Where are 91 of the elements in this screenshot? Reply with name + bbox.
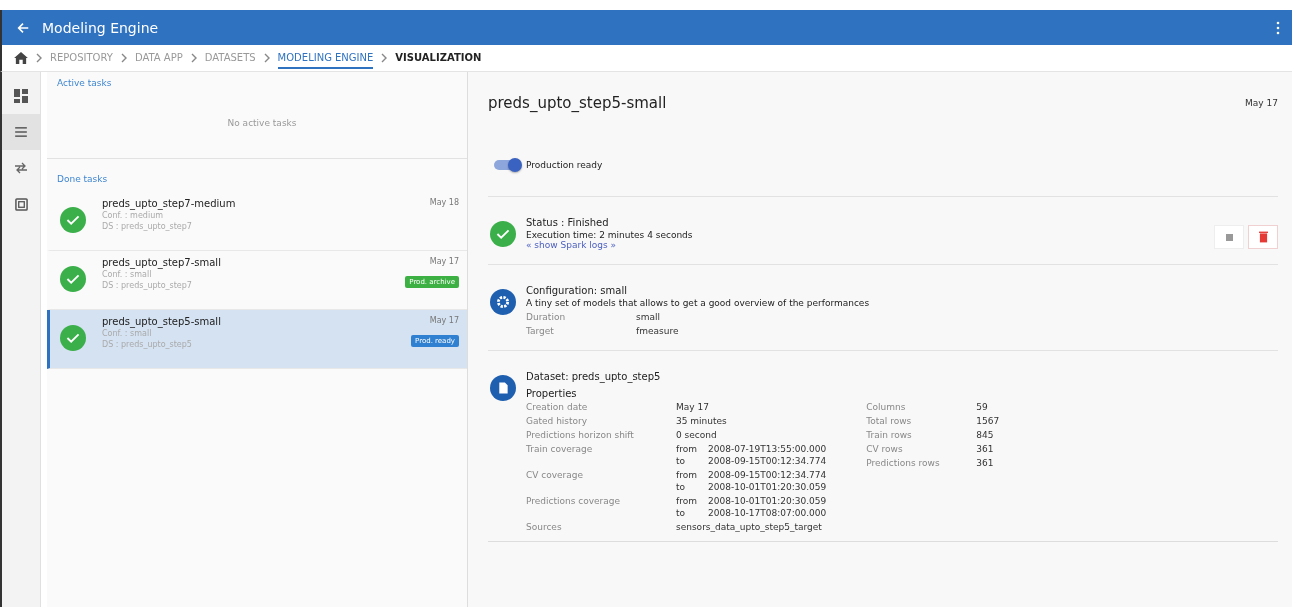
property-value: 2008-10-01T01:20:30.059 (708, 481, 827, 493)
delete-button[interactable] (1248, 225, 1278, 249)
property-value: 2008-10-01T01:20:30.059 (708, 495, 827, 507)
range-label: to (676, 507, 687, 519)
property-value: 2008-10-17T08:07:00.000 (708, 507, 827, 519)
window-title: Modeling Engine (42, 19, 160, 36)
property-label: Columns (866, 401, 907, 413)
breadcrumb-link[interactable]: MODELING ENGINE (277, 47, 374, 69)
task-item[interactable]: preds_upto_step7-medium Conf. : medium DS : preds_upto_step7 May 18 (47, 192, 467, 251)
field-value: small (636, 312, 660, 322)
property-value: 2008-09-15T00:12:34.774 (708, 469, 827, 481)
property-value: 1567 (976, 415, 1000, 427)
task-name: preds_upto_step7-small (102, 257, 222, 268)
property-label: Predictions horizon shift (526, 429, 635, 441)
toggle-label: Production ready (526, 160, 603, 170)
check-circle-icon (490, 221, 516, 247)
more-menu-icon[interactable] (1276, 20, 1280, 35)
property-value: 361 (976, 443, 994, 455)
range-label: to (676, 481, 687, 493)
check-circle-icon (60, 266, 86, 292)
property-label: Train rows (866, 429, 913, 441)
section-title: Done tasks (57, 174, 108, 184)
property-value: 361 (976, 457, 994, 469)
property-value: May 17 (676, 401, 709, 413)
task-config: Conf. : medium (102, 211, 164, 220)
field-label: Duration (526, 312, 567, 322)
chevron-icon (381, 53, 388, 63)
property-label: Train coverage (526, 443, 594, 455)
property-value: sensors_data_upto_step5_target (676, 521, 822, 533)
chevron-icon (190, 53, 197, 63)
breadcrumb-link[interactable]: DATA APP (134, 47, 183, 69)
configuration-title: Configuration: small (526, 285, 628, 296)
execution-time: Execution time: 2 minutes 4 seconds (526, 230, 694, 240)
task-date: May 18 (429, 198, 459, 207)
back-arrow-icon[interactable] (16, 20, 30, 35)
properties-heading: Properties (526, 388, 578, 399)
range-label: from (676, 495, 698, 507)
property-label: Gated history (526, 415, 589, 427)
property-value: 845 (976, 429, 994, 441)
task-dataset: DS : preds_upto_step7 (102, 222, 193, 231)
square-icon (14, 197, 28, 211)
property-label: Total rows (866, 415, 913, 427)
chevron-icon (263, 53, 270, 63)
gear-icon (490, 289, 516, 315)
chevron-icon (36, 53, 42, 63)
task-date: May 17 (429, 257, 459, 266)
chevron-icon (120, 53, 127, 63)
task-name: preds_upto_step5-small (102, 316, 222, 327)
range-label: from (676, 469, 698, 481)
empty-message: No active tasks (227, 118, 297, 128)
task-dataset: DS : preds_upto_step5 (102, 340, 193, 349)
toggle-switch[interactable] (494, 160, 520, 170)
range-label: from (676, 443, 698, 455)
check-circle-icon (60, 325, 86, 351)
property-label: CV coverage (526, 469, 585, 481)
task-title: preds_upto_step5-small (488, 94, 667, 112)
check-circle-icon (60, 207, 86, 233)
stop-button[interactable] (1214, 225, 1244, 249)
document-icon (490, 375, 516, 401)
stop-icon (1225, 233, 1233, 241)
property-value: 2008-09-15T00:12:34.774 (708, 455, 827, 467)
dataset-title: Dataset: preds_upto_step5 (526, 371, 662, 382)
field-value: fmeasure (636, 326, 679, 336)
range-label: to (676, 455, 687, 467)
task-dataset: DS : preds_upto_step7 (102, 281, 193, 290)
property-value: 59 (976, 401, 988, 413)
property-value: 35 minutes (676, 415, 727, 427)
status-title: Status : Finished (526, 217, 610, 228)
spark-logs-link[interactable]: « show Spark logs » (526, 240, 1204, 250)
property-value: 2008-07-19T13:55:00.000 (708, 443, 827, 455)
task-name: preds_upto_step7-medium (102, 198, 237, 209)
property-value: 0 second (676, 429, 717, 441)
trash-icon (1258, 231, 1268, 243)
property-label: Predictions rows (866, 457, 941, 469)
dashboard-icon (14, 89, 28, 103)
home-icon[interactable] (14, 52, 28, 64)
breadcrumb-link[interactable]: VISUALIZATION (395, 47, 482, 69)
sidebar-item[interactable] (2, 114, 40, 150)
property-label: Sources (526, 521, 563, 533)
compare-arrows-icon (14, 162, 28, 174)
property-label: Creation date (526, 401, 589, 413)
list-icon (15, 127, 27, 137)
task-date: May 17 (1245, 98, 1278, 108)
task-config: Conf. : small (102, 270, 153, 279)
property-label: CV rows (866, 443, 904, 455)
section-title: Active tasks (57, 78, 113, 88)
field-label: Target (526, 326, 555, 336)
task-date: May 17 (429, 316, 459, 325)
configuration-description: A tiny set of models that allows to get a good overview of the performances (526, 298, 871, 308)
property-label: Predictions coverage (526, 495, 622, 507)
task-config: Conf. : small (102, 329, 153, 338)
